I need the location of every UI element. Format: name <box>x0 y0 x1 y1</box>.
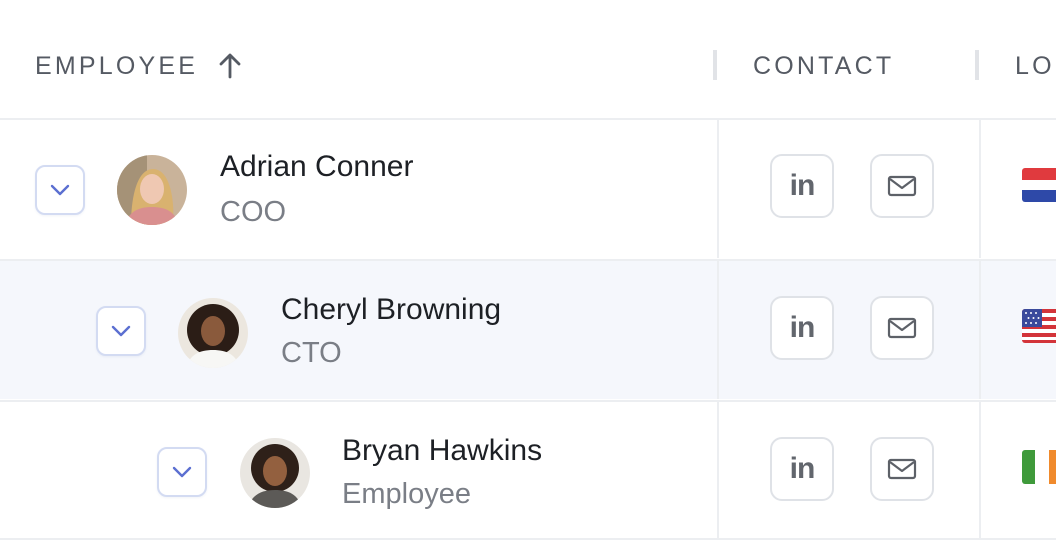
avatar <box>178 298 248 368</box>
location-column-header[interactable]: LO <box>1015 52 1055 81</box>
contact-column-header[interactable]: CONTACT <box>753 52 894 81</box>
email-button[interactable] <box>870 296 934 360</box>
usa-flag-icon <box>1022 309 1056 343</box>
linkedin-button[interactable]: in <box>770 296 834 360</box>
avatar <box>240 438 310 508</box>
chevron-down-icon <box>111 325 131 337</box>
employee-name: Adrian Conner <box>220 150 414 183</box>
table-row: Cheryl Browning CTO in <box>0 259 1056 399</box>
employee-column-header[interactable]: EMPLOYEE <box>35 52 198 81</box>
employee-role: CTO <box>281 337 342 369</box>
mail-icon <box>887 317 917 339</box>
expand-row-button[interactable] <box>96 306 146 356</box>
expand-row-button[interactable] <box>35 165 85 215</box>
linkedin-icon: in <box>789 311 816 344</box>
employee-name: Cheryl Browning <box>281 293 502 326</box>
chevron-down-icon <box>172 466 192 478</box>
linkedin-button[interactable]: in <box>770 437 834 501</box>
employee-name: Bryan Hawkins <box>342 434 543 467</box>
column-resize-handle[interactable] <box>713 50 717 80</box>
mail-icon <box>887 175 917 197</box>
column-resize-handle[interactable] <box>975 50 979 80</box>
email-button[interactable] <box>870 154 934 218</box>
mail-icon <box>887 458 917 480</box>
linkedin-icon: in <box>789 452 816 485</box>
linkedin-button[interactable]: in <box>770 154 834 218</box>
employee-role: Employee <box>342 478 471 510</box>
ireland-flag-icon <box>1022 450 1056 484</box>
table-row: Adrian Conner COO in <box>0 118 1056 258</box>
employee-table: EMPLOYEE CONTACT LO Adrian Conner COO in… <box>0 0 1056 545</box>
sort-ascending-icon[interactable] <box>216 52 244 80</box>
employee-role: COO <box>220 196 287 228</box>
email-button[interactable] <box>870 437 934 501</box>
netherlands-flag-icon <box>1022 168 1056 202</box>
table-row: Bryan Hawkins Employee in <box>0 400 1056 540</box>
chevron-down-icon <box>50 184 70 196</box>
expand-row-button[interactable] <box>157 447 207 497</box>
avatar <box>117 155 187 225</box>
linkedin-icon: in <box>789 169 816 202</box>
table-header: EMPLOYEE CONTACT LO <box>0 0 1056 119</box>
